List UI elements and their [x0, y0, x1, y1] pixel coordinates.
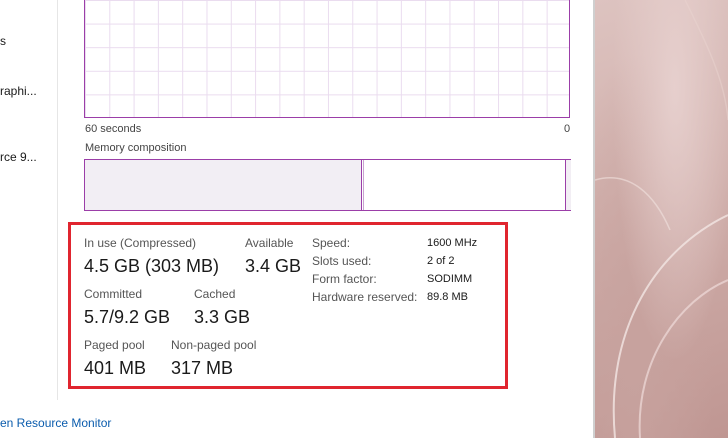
sidebar-item-gpu-geforce[interactable]: rce 9...: [0, 150, 37, 164]
panel-divider: [57, 0, 58, 400]
paged-pool-label: Paged pool: [84, 338, 145, 352]
composition-modified-segment: [363, 160, 364, 210]
hardware-reserved-value: 89.8 MB: [427, 291, 468, 303]
in-use-value: 4.5 GB (303 MB): [84, 256, 220, 276]
memory-composition-title: Memory composition: [85, 142, 187, 154]
speed-label: Speed:: [312, 236, 351, 250]
slots-used-value: 2 of 2: [427, 255, 455, 267]
in-use-label: In use (Compressed): [84, 236, 197, 250]
non-paged-pool-value: 317 MB: [171, 358, 234, 378]
composition-tail-segment: [565, 160, 571, 210]
cached-label: Cached: [194, 287, 236, 301]
committed-label: Committed: [84, 287, 143, 301]
graph-time-label: 60 seconds: [85, 123, 142, 135]
sidebar-item-1[interactable]: s: [0, 34, 6, 48]
speed-value: 1600 MHz: [427, 237, 478, 249]
desktop-wallpaper: [595, 0, 728, 438]
graph-zero-label: 0: [564, 123, 571, 135]
cached-value: 3.3 GB: [194, 307, 251, 327]
hardware-reserved-label: Hardware reserved:: [312, 290, 418, 304]
non-paged-pool-label: Non-paged pool: [171, 338, 257, 352]
memory-composition-bar: [84, 159, 571, 211]
sidebar-item-gpu-graphics[interactable]: raphi...: [0, 84, 37, 98]
composition-in-use-segment: [85, 160, 362, 210]
committed-value: 5.7/9.2 GB: [84, 307, 171, 327]
paged-pool-value: 401 MB: [84, 358, 147, 378]
slots-used-label: Slots used:: [312, 254, 372, 268]
wallpaper-swirl-graphic: [595, 0, 728, 438]
available-value: 3.4 GB: [245, 256, 302, 276]
form-factor-value: SODIMM: [427, 273, 473, 285]
available-label: Available: [245, 236, 294, 250]
form-factor-label: Form factor:: [312, 272, 377, 286]
open-resource-monitor-link[interactable]: en Resource Monitor: [0, 416, 111, 430]
memory-usage-graph: [84, 0, 570, 118]
